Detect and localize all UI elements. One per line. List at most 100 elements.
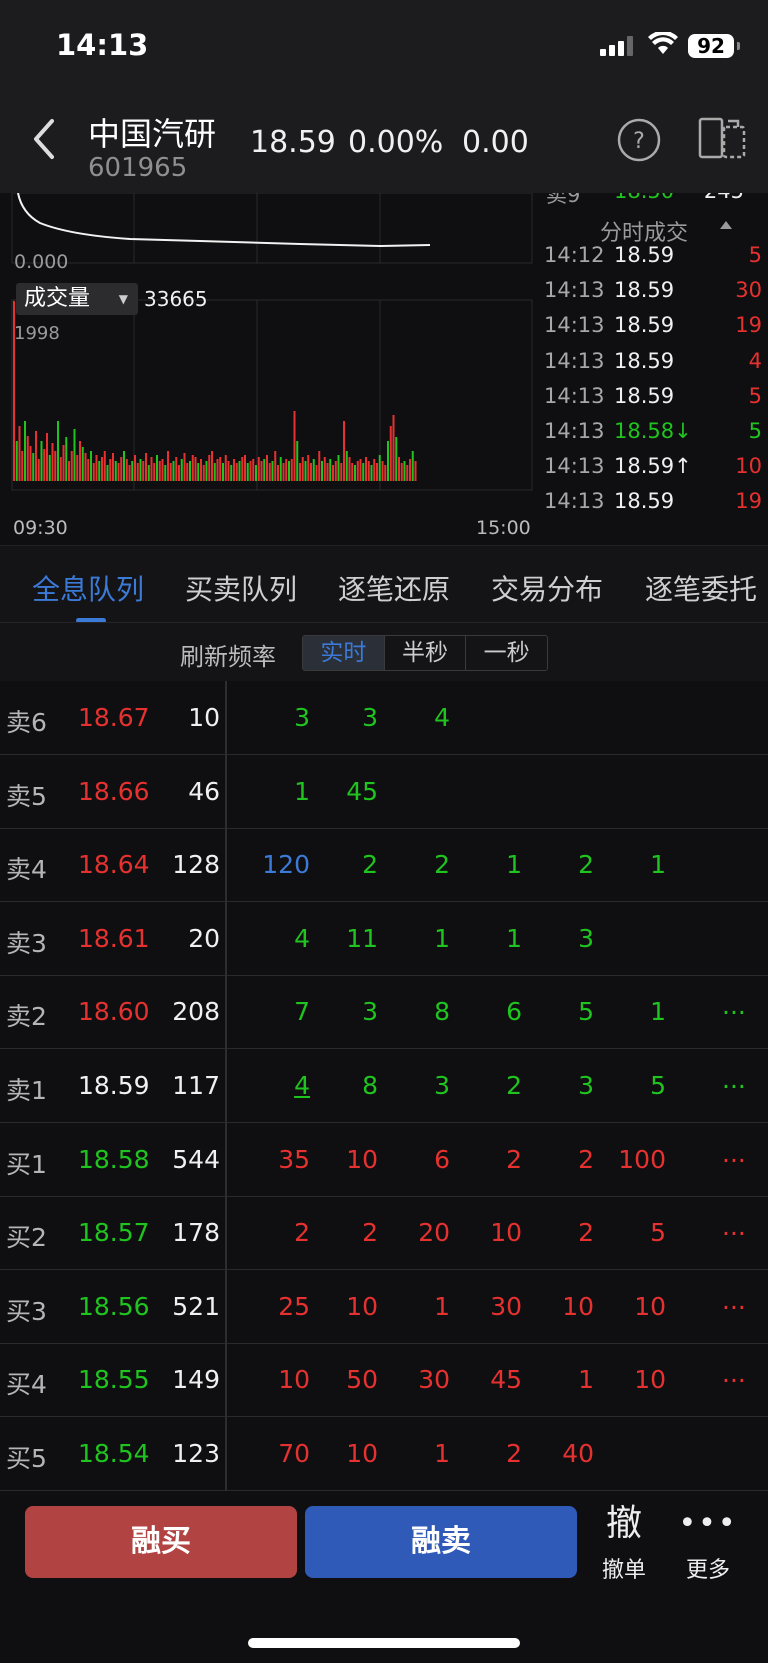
stock-price: 18.59 bbox=[250, 125, 336, 160]
queue-more[interactable]: ... bbox=[722, 1212, 746, 1241]
home-indicator[interactable] bbox=[248, 1638, 520, 1648]
tick-volume: 30 bbox=[735, 278, 762, 303]
queue-order: 10 bbox=[278, 1365, 310, 1395]
volume-bar bbox=[337, 455, 340, 481]
order-book-row[interactable]: 卖4 18.64 128 120 2 2 1 2 1 bbox=[0, 828, 768, 903]
queue-order: 8 bbox=[434, 997, 450, 1027]
volume-bar bbox=[285, 459, 288, 481]
order-book-row[interactable]: 卖1 18.59 117 4 8 3 2 3 5... bbox=[0, 1049, 768, 1123]
volume-bar bbox=[24, 421, 26, 481]
margin-buy-button[interactable]: 融买 bbox=[25, 1506, 297, 1578]
stock-change: 0.00 bbox=[462, 125, 529, 160]
queue-order: 4 bbox=[294, 923, 310, 953]
volume-bar bbox=[51, 443, 54, 481]
volume-bar bbox=[120, 457, 123, 481]
margin-sell-button[interactable]: 融卖 bbox=[305, 1506, 577, 1578]
queue-order: 8 bbox=[362, 1071, 378, 1100]
order-book-row[interactable]: 卖2 18.60 208 7 3 8 6 5 1... bbox=[0, 975, 768, 1050]
cancel-order-button[interactable]: 撤 撤单 bbox=[594, 1502, 654, 1584]
order-book-row[interactable]: 买5 18.54 123 70 10 1 2 40 bbox=[0, 1417, 768, 1491]
queue-order: 11 bbox=[346, 923, 378, 953]
queue-order: 3 bbox=[578, 923, 594, 953]
tab-trade-distribution[interactable]: 交易分布 bbox=[491, 568, 603, 608]
tick-volume: 5 bbox=[748, 243, 762, 267]
volume-indicator-select[interactable]: 成交量 ▼ bbox=[16, 283, 138, 315]
order-book-row[interactable]: 买3 18.56 521 25 10 1 30 10 10... bbox=[0, 1270, 768, 1344]
queue-order: 3 bbox=[578, 1071, 594, 1100]
queue-more[interactable]: ... bbox=[722, 1065, 746, 1094]
tab-full-queue[interactable]: 全息队列 bbox=[32, 568, 144, 608]
time-axis-start: 09:30 bbox=[13, 517, 68, 539]
volume-bar bbox=[112, 453, 114, 481]
volume-bar bbox=[395, 437, 398, 481]
tick-price: 18.59 bbox=[614, 313, 675, 338]
volume-bar bbox=[348, 457, 351, 481]
volume-bar bbox=[222, 463, 224, 481]
order-book-row[interactable]: 卖3 18.61 20 4 11 1 1 3 bbox=[0, 902, 768, 976]
volume-bar bbox=[161, 459, 164, 481]
volume-bar bbox=[343, 421, 345, 481]
volume-bar bbox=[268, 463, 271, 481]
order-book-row[interactable]: 买4 18.55 149 10 50 30 45 1 10... bbox=[0, 1343, 768, 1418]
volume-bar bbox=[326, 463, 329, 481]
queue-order: 3 bbox=[362, 703, 378, 732]
volume-bar bbox=[197, 463, 200, 481]
volume-bar bbox=[290, 459, 293, 481]
tick-row: 14:12 18.59 5 bbox=[534, 239, 768, 275]
volume-bar bbox=[167, 451, 169, 481]
tab-bid-ask-queue[interactable]: 买卖队列 bbox=[185, 568, 297, 608]
volume-bar bbox=[219, 457, 222, 481]
book-level: 买1 bbox=[6, 1149, 47, 1179]
ask9-row: 卖9 18.50 245 bbox=[544, 193, 768, 207]
book-volume: 123 bbox=[172, 1439, 220, 1468]
sort-up-icon[interactable] bbox=[720, 221, 732, 229]
status-bar: 14:13 92 bbox=[0, 0, 768, 95]
book-volume: 149 bbox=[172, 1365, 220, 1395]
tab-order-detail[interactable]: 逐笔委托 bbox=[645, 568, 757, 608]
volume-total: 33665 bbox=[144, 287, 208, 311]
book-price: 18.55 bbox=[78, 1365, 150, 1395]
queue-more[interactable]: ... bbox=[722, 1286, 746, 1315]
queue-more[interactable]: ... bbox=[722, 1139, 746, 1168]
queue-order: 2 bbox=[362, 850, 378, 880]
volume-bar bbox=[48, 455, 51, 481]
volume-bar bbox=[87, 459, 90, 481]
refresh-half-second-option[interactable]: 半秒 bbox=[385, 636, 467, 670]
queue-more[interactable]: ... bbox=[722, 1359, 746, 1388]
more-button[interactable]: ••• 更多 bbox=[678, 1502, 738, 1584]
queue-more[interactable]: ... bbox=[722, 991, 746, 1020]
help-icon[interactable]: ? bbox=[616, 117, 662, 163]
book-volume: 10 bbox=[188, 703, 220, 732]
tick-row: 14:13 18.59↑ 10 bbox=[534, 450, 768, 486]
intraday-chart[interactable]: 0.000 成交量 ▼ 33665 1998 09:30 15:00 bbox=[0, 193, 533, 543]
refresh-one-second-option[interactable]: 一秒 bbox=[466, 636, 547, 670]
volume-bar bbox=[191, 455, 194, 481]
order-book-row[interactable]: 卖6 18.67 10 3 3 4 bbox=[0, 681, 768, 755]
volume-bar bbox=[370, 465, 373, 481]
queue-order: 20 bbox=[418, 1218, 450, 1248]
volume-indicator-label: 成交量 bbox=[24, 286, 91, 311]
volume-bar bbox=[411, 451, 414, 481]
volume-bar bbox=[35, 431, 37, 481]
back-arrow-icon[interactable] bbox=[30, 117, 58, 161]
tick-volume: 5 bbox=[748, 419, 762, 443]
order-book-row[interactable]: 买1 18.58 544 35 10 6 2 2 100... bbox=[0, 1123, 768, 1197]
volume-bar bbox=[406, 465, 409, 481]
volume-bar bbox=[323, 457, 326, 481]
tick-trades-panel[interactable]: 卖9 18.50 245 分时成交 14:1218.59514:1318.593… bbox=[534, 193, 768, 543]
volume-bar bbox=[131, 461, 134, 481]
volume-bar bbox=[384, 465, 387, 481]
tick-time: 14:13 bbox=[544, 489, 605, 514]
tick-row: 14:13 18.59 4 bbox=[534, 345, 768, 381]
dropdown-caret-icon: ▼ bbox=[118, 292, 128, 306]
order-book-row[interactable]: 买2 18.57 178 2 2 20 10 2 5... bbox=[0, 1196, 768, 1271]
switch-layout-icon[interactable] bbox=[698, 115, 748, 161]
tick-row: 14:13 18.59 30 bbox=[534, 274, 768, 310]
queue-order: 10 bbox=[634, 1291, 666, 1321]
tab-tick-restore[interactable]: 逐笔还原 bbox=[338, 568, 450, 608]
volume-bar bbox=[356, 461, 359, 481]
queue-order: 45 bbox=[490, 1365, 522, 1395]
order-book-row[interactable]: 卖5 18.66 46 1 45 bbox=[0, 755, 768, 829]
refresh-realtime-option[interactable]: 实时 bbox=[303, 636, 385, 670]
volume-bar bbox=[46, 433, 48, 481]
